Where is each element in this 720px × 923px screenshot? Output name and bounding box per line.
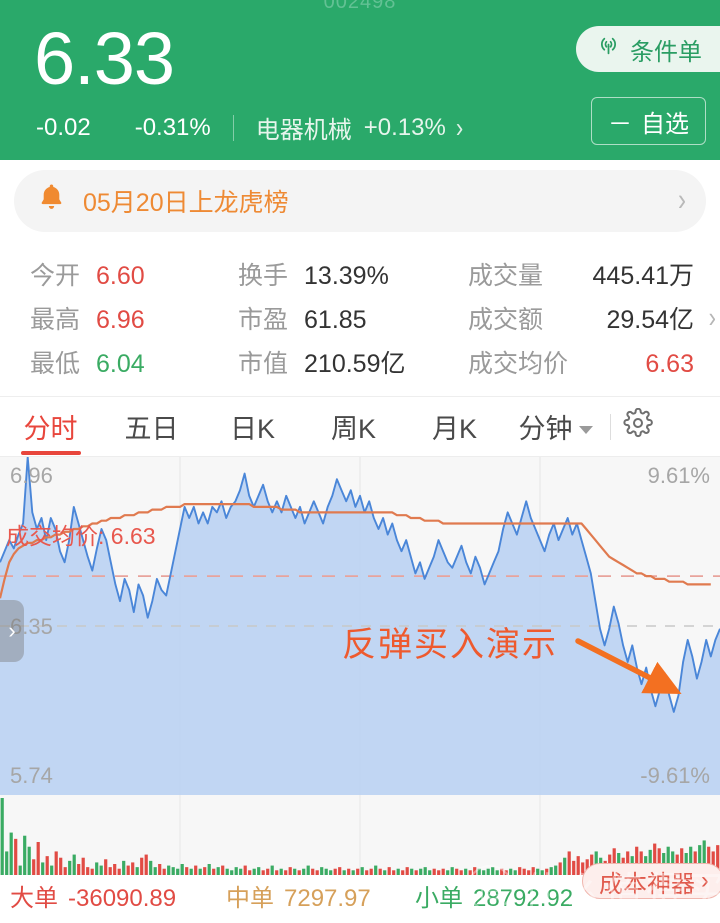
price-change-absolute: -0.02 — [36, 113, 91, 141]
tab-label: 月K — [431, 414, 477, 444]
stat-label: 成交均价 — [468, 350, 569, 378]
stat-label: 成交额 — [468, 306, 544, 334]
stat-label: 市值 — [238, 350, 289, 378]
stat-value: 6.04 — [96, 350, 145, 378]
axis-label-high: 6.96 — [10, 463, 53, 488]
stat-label: 最低 — [30, 350, 81, 378]
minus-icon: － — [608, 110, 632, 138]
divider — [610, 413, 611, 440]
tab-weekly-k[interactable]: 周K — [303, 397, 404, 457]
sector-name[interactable]: 电器机械 — [256, 110, 352, 145]
add-favorite-button[interactable]: － 自选 — [591, 97, 706, 145]
stat-label: 最高 — [30, 306, 81, 334]
price-change-row: -0.02 -0.31% 电器机械 +0.13% › — [36, 110, 463, 145]
axis-label-low-pct: -9.61% — [640, 763, 710, 788]
stat-high: 最高 6.96 — [0, 300, 238, 336]
stat-label: 成交量 — [468, 262, 544, 290]
tab-label: 日K — [229, 414, 275, 444]
notice-text: 05月20日上龙虎榜 — [83, 189, 289, 217]
chevron-right-icon: › — [701, 867, 709, 894]
chevron-right-icon[interactable]: › — [456, 111, 463, 144]
stat-label: 换手 — [238, 262, 289, 290]
stat-value: 61.85 — [304, 306, 367, 334]
small-order-value: 28792.92 — [473, 884, 574, 912]
stat-value: 210.59亿 — [304, 350, 406, 378]
stat-label: 今开 — [30, 262, 81, 290]
small-order-label: 小单 — [415, 884, 463, 912]
mid-order-value: 7297.97 — [284, 884, 371, 912]
stat-label: 市盈 — [238, 306, 289, 334]
divider — [232, 114, 234, 141]
chart-drawer-handle[interactable]: › — [0, 600, 24, 662]
stat-pe-ratio: 市盈 61.85 — [238, 300, 468, 336]
tab-five-day[interactable]: 五日 — [101, 397, 202, 457]
sector-change-percent: +0.13% — [363, 113, 446, 141]
stats-row: 最低 6.04 市值 210.59亿 成交均价 6.63 — [0, 340, 720, 384]
chart-tabbar: 分时 五日 日K 周K 月K 分钟 — [0, 397, 720, 457]
stats-row: 最高 6.96 市盈 61.85 成交额 29.54亿 — [0, 296, 720, 340]
notice-banner-wrap: 05月20日上龙虎榜 › — [0, 160, 720, 238]
stats-grid: 今开 6.60 换手 13.39% 成交量 445.41万 最高 6.96 市盈… — [0, 238, 720, 397]
big-order-value: -36090.89 — [68, 884, 177, 912]
condition-order-button[interactable]: 条件单 — [576, 26, 720, 72]
stat-market-cap: 市值 210.59亿 — [238, 344, 468, 380]
gear-icon[interactable] — [623, 407, 653, 445]
notice-banner[interactable]: 05月20日上龙虎榜 › — [14, 170, 706, 232]
chevron-right-icon[interactable]: › — [678, 183, 686, 219]
stat-turnover: 换手 13.39% — [238, 256, 468, 292]
big-order-stat: 大单 -36090.89 — [10, 878, 176, 913]
rebound-annotation-text: 反弹买入演示 — [342, 626, 558, 664]
stat-avg-price: 成交均价 6.63 — [468, 344, 720, 380]
tab-fenshi[interactable]: 分时 — [0, 397, 101, 457]
chevron-right-icon[interactable]: › — [709, 301, 716, 335]
stat-value: 13.39% — [304, 262, 389, 290]
price-change-percent: -0.31% — [134, 113, 211, 141]
stock-header: 002498 6.33 -0.02 -0.31% 电器机械 +0.13% › 条… — [0, 0, 720, 160]
order-flow-footer: 大单 -36090.89 中单 7297.97 小单 28792.92 成本神器… — [0, 863, 720, 915]
favorite-label: 自选 — [641, 110, 689, 138]
stock-code: 002498 — [323, 0, 397, 13]
stats-row: 今开 6.60 换手 13.39% 成交量 445.41万 — [0, 252, 720, 296]
stat-volume: 成交量 445.41万 — [468, 256, 720, 292]
stat-open: 今开 6.60 — [0, 256, 238, 292]
tab-label: 分时 — [23, 414, 78, 444]
chevron-down-icon[interactable] — [578, 425, 593, 434]
avg-price-annotation: 成交均价: 6.63 — [6, 523, 156, 549]
tab-label: 五日 — [124, 414, 179, 444]
stat-value: 29.54亿 — [606, 306, 694, 334]
tab-daily-k[interactable]: 日K — [202, 397, 303, 457]
cost-tool-label: 成本神器 — [599, 870, 695, 898]
mid-order-label: 中单 — [226, 884, 274, 912]
stat-value: 445.41万 — [592, 262, 694, 290]
tab-label: 周K — [330, 414, 376, 444]
stat-value: 6.96 — [96, 306, 145, 334]
cost-tool-button[interactable]: 成本神器 › — [582, 863, 720, 899]
stat-low: 最低 6.04 — [0, 344, 238, 380]
bell-icon — [38, 183, 65, 219]
axis-label-low: 5.74 — [10, 763, 53, 788]
stat-amount: 成交额 29.54亿 — [468, 300, 720, 336]
big-order-label: 大单 — [10, 884, 58, 912]
stat-value: 6.60 — [96, 262, 145, 290]
tab-monthly-k[interactable]: 月K — [404, 397, 505, 457]
mid-order-stat: 中单 7297.97 — [226, 878, 371, 913]
tab-minute[interactable]: 分钟 — [505, 397, 606, 457]
broadcast-icon — [596, 33, 621, 65]
axis-label-high-pct: 9.61% — [647, 463, 710, 488]
stat-value: 6.63 — [645, 350, 694, 378]
small-order-stat: 小单 28792.92 — [415, 878, 573, 913]
condition-order-label: 条件单 — [630, 38, 702, 66]
current-price: 6.33 — [34, 17, 175, 100]
tab-label: 分钟 — [518, 414, 573, 444]
